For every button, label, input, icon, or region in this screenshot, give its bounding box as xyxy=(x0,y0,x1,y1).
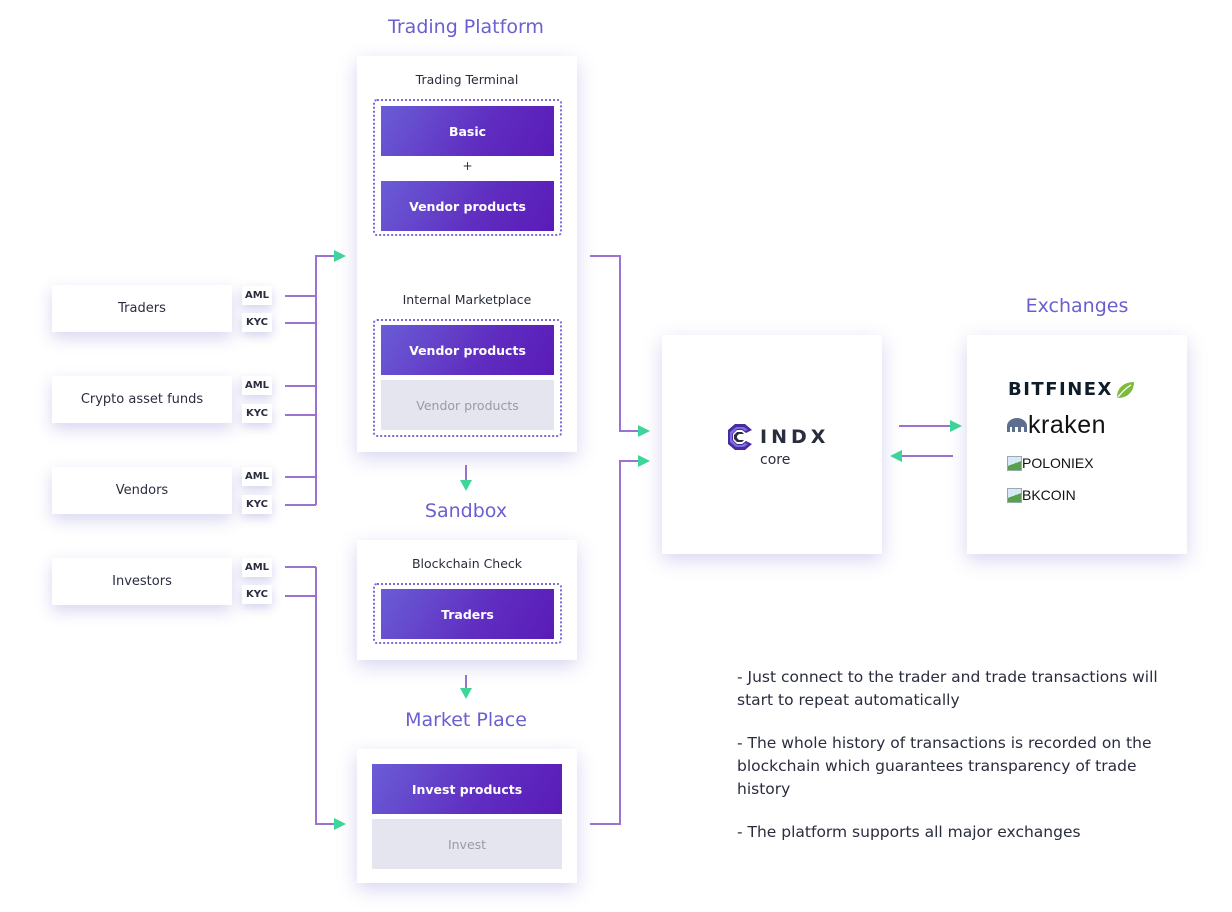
invest-products-button[interactable]: Invest products xyxy=(372,764,562,814)
bus-to-market-place xyxy=(315,567,336,825)
bus-to-trading-platform xyxy=(315,255,336,505)
exchanges-card xyxy=(967,335,1187,554)
trading-platform-title: Trading Platform xyxy=(388,16,544,38)
trading-platform-card: Trading Terminal Basic + Vendor products… xyxy=(357,56,577,452)
kraken-label: kraken xyxy=(1028,411,1107,439)
arrow-right-icon xyxy=(638,425,650,437)
aml-tag: AML xyxy=(242,376,272,395)
sandbox-card: Blockchain Check Traders xyxy=(357,540,577,660)
actor-traders[interactable]: Traders xyxy=(52,285,232,332)
arrow-down-icon xyxy=(460,480,472,491)
aml-tag: AML xyxy=(242,467,272,486)
broken-image-icon xyxy=(1007,455,1022,471)
broken-image-icon xyxy=(1007,487,1022,503)
arrow-right-icon xyxy=(950,420,962,432)
indx-brand-text: INDX xyxy=(760,426,830,448)
core-subtitle: core xyxy=(760,452,791,468)
invest-button[interactable]: Invest xyxy=(372,819,562,869)
exchanges-title: Exchanges xyxy=(1025,295,1129,317)
internal-marketplace-group: Vendor products Vendor products xyxy=(373,319,562,437)
indx-logo-icon xyxy=(728,424,752,450)
connector-platform-to-core xyxy=(590,255,640,432)
kyc-tag: KYC xyxy=(242,313,272,332)
kyc-tag: KYC xyxy=(242,495,272,514)
poloniex-label: POLONIEX xyxy=(1022,455,1094,471)
note-item: - The platform supports all major exchan… xyxy=(737,823,1081,841)
sandbox-traders-button[interactable]: Traders xyxy=(381,589,554,639)
leaf-icon xyxy=(1116,381,1134,398)
aml-tag: AML xyxy=(242,558,272,577)
bitfinex-label: BITFINEX xyxy=(1008,379,1113,400)
sandbox-title: Sandbox xyxy=(424,500,508,522)
trading-terminal-group: Basic + Vendor products xyxy=(373,99,562,236)
note-item: - The whole history of transactions is r… xyxy=(737,734,1152,798)
actor-investors[interactable]: Investors xyxy=(52,558,232,605)
aml-tag: AML xyxy=(242,286,272,305)
kyc-tag: KYC xyxy=(242,404,272,423)
actor-crypto-asset-funds[interactable]: Crypto asset funds xyxy=(52,376,232,423)
exchange-bkcoin[interactable]: BKCOIN xyxy=(1007,487,1076,503)
note-item: - Just connect to the trader and trade t… xyxy=(737,668,1158,709)
blockchain-check-heading: Blockchain Check xyxy=(411,556,523,571)
kyc-tag: KYC xyxy=(242,585,272,604)
exchange-poloniex[interactable]: POLONIEX xyxy=(1007,455,1094,471)
arrow-right-icon xyxy=(334,250,346,262)
feature-notes: - Just connect to the trader and trade t… xyxy=(737,666,1187,864)
arrow-right-icon xyxy=(334,818,346,830)
trading-terminal-heading: Trading Terminal xyxy=(415,72,519,87)
arrow-down-icon xyxy=(460,688,472,699)
marketplace-vendor-products-inactive[interactable]: Vendor products xyxy=(381,380,554,430)
market-place-card: Invest products Invest xyxy=(357,749,577,883)
kraken-icon xyxy=(1007,418,1027,432)
arrow-right-icon xyxy=(638,455,650,467)
exchange-bitfinex[interactable]: BITFINEX xyxy=(1008,379,1135,400)
basic-button[interactable]: Basic xyxy=(381,106,554,156)
marketplace-vendor-products-button[interactable]: Vendor products xyxy=(381,325,554,375)
plus-sign: + xyxy=(462,159,473,173)
bkcoin-label: BKCOIN xyxy=(1022,487,1076,503)
market-place-title: Market Place xyxy=(405,709,527,731)
connector-market-to-core xyxy=(590,460,640,825)
actor-vendors[interactable]: Vendors xyxy=(52,467,232,514)
blockchain-check-group: Traders xyxy=(373,583,562,644)
terminal-vendor-products-button[interactable]: Vendor products xyxy=(381,181,554,231)
indx-logo: INDX xyxy=(726,423,829,451)
exchange-kraken[interactable]: kraken xyxy=(1006,411,1106,439)
internal-marketplace-heading: Internal Marketplace xyxy=(402,292,532,307)
arrow-left-icon xyxy=(890,450,902,462)
